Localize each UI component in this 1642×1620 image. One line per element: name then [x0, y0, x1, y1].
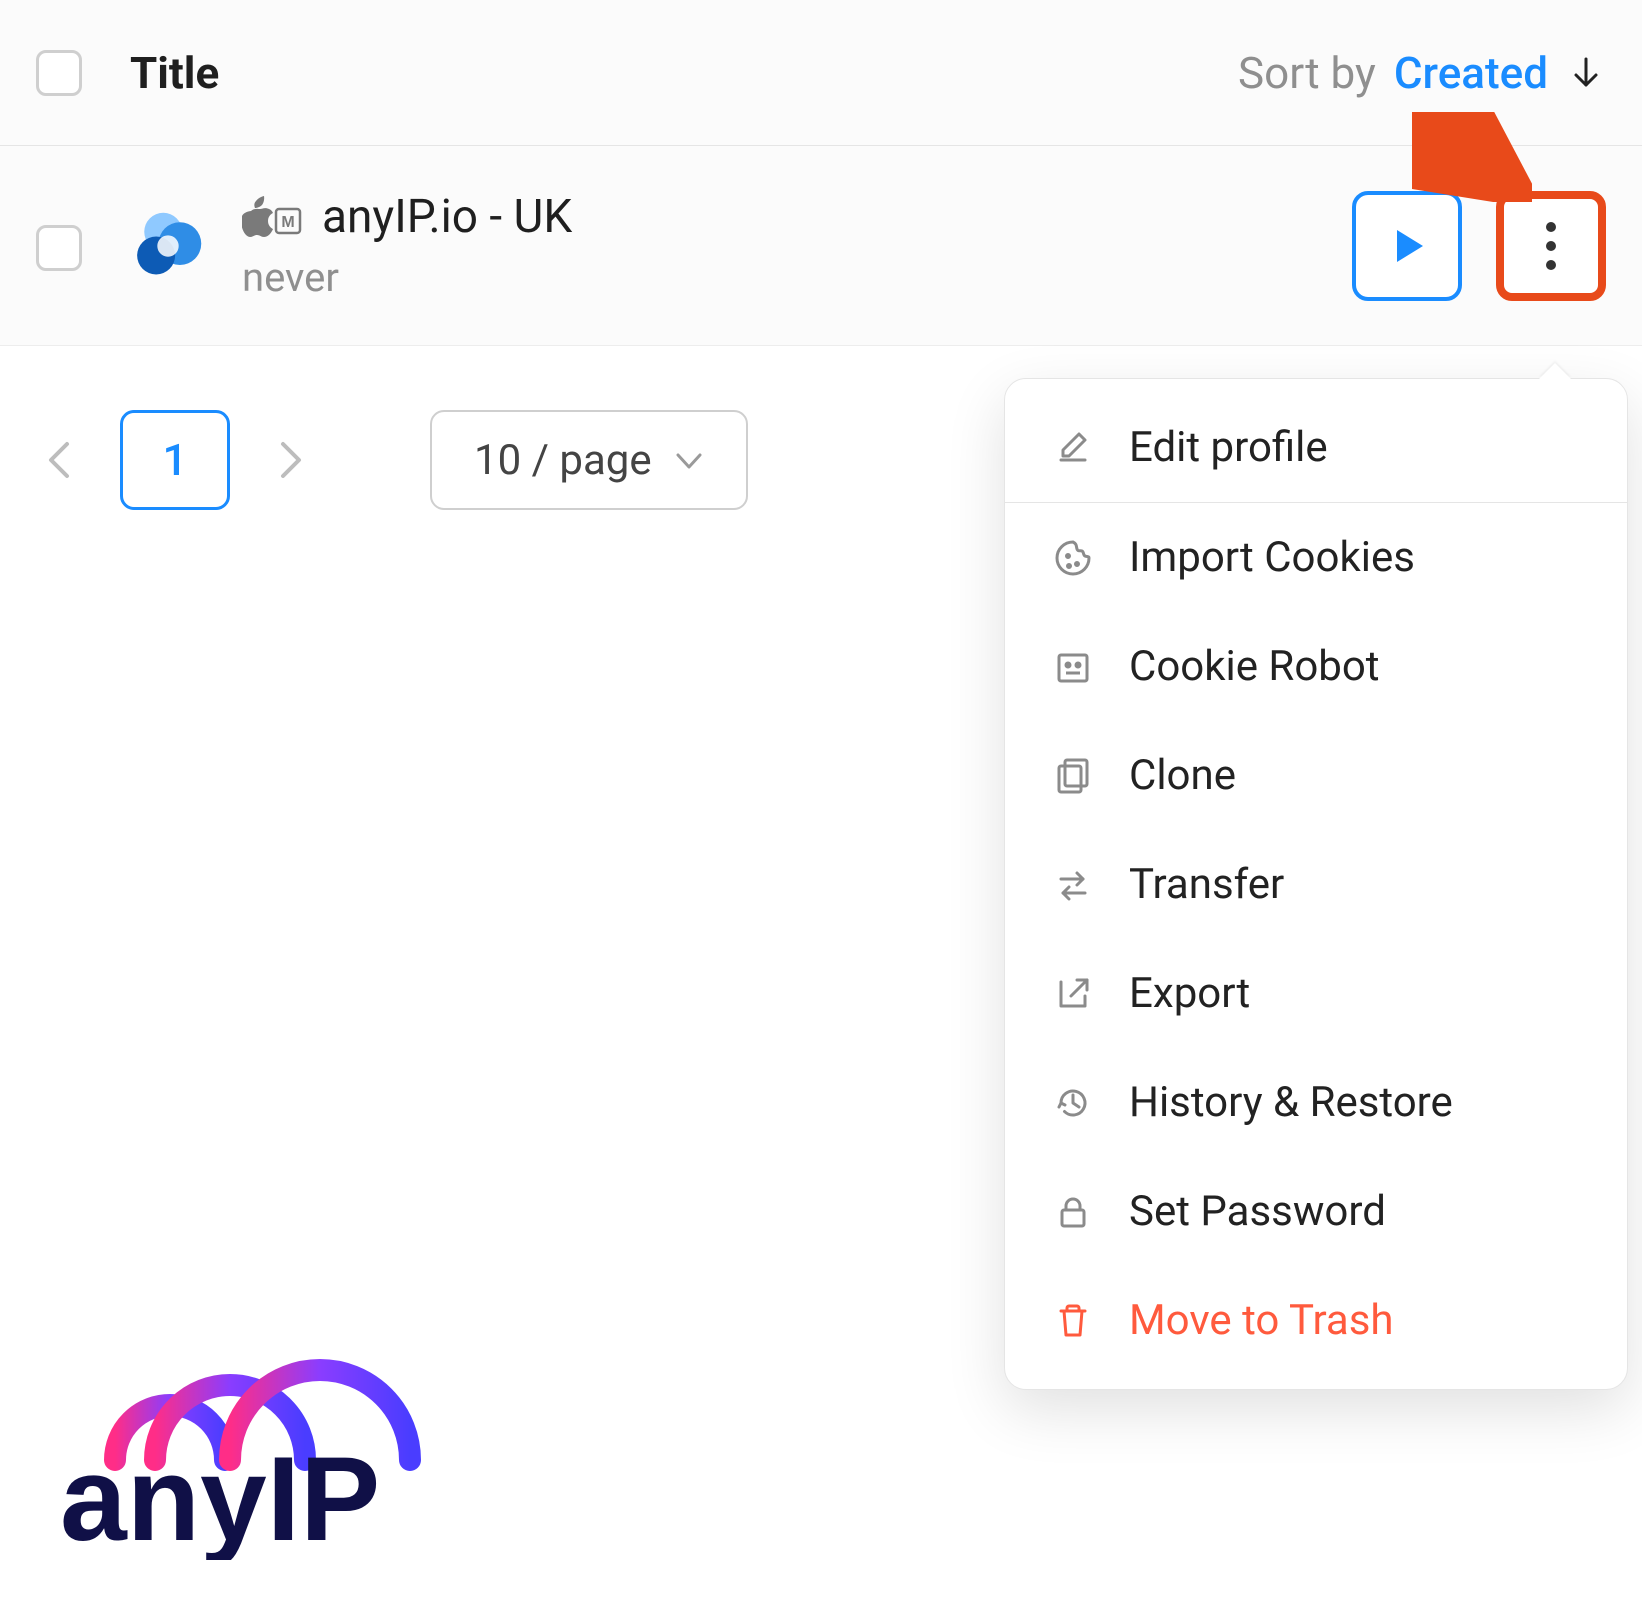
- menu-item-label: Edit profile: [1129, 423, 1581, 472]
- menu-item-label: History & Restore: [1129, 1078, 1581, 1127]
- menu-move-to-trash[interactable]: Move to Trash: [1005, 1266, 1627, 1375]
- prev-page-button[interactable]: [36, 436, 84, 484]
- table-header: Title Sort by Created: [0, 0, 1642, 146]
- menu-import-cookies[interactable]: Import Cookies: [1005, 503, 1627, 612]
- lock-icon: [1051, 1190, 1095, 1234]
- page-size-select[interactable]: 10 / page: [430, 410, 748, 510]
- history-icon: [1051, 1081, 1095, 1125]
- sort-by-label: Sort by: [1238, 47, 1376, 99]
- browser-icon: [130, 208, 206, 284]
- sort-by-value[interactable]: Created: [1394, 47, 1548, 99]
- svg-text:anyIP: anyIP: [60, 1432, 380, 1560]
- menu-clone[interactable]: Clone: [1005, 721, 1627, 830]
- menu-cookie-robot[interactable]: Cookie Robot: [1005, 612, 1627, 721]
- more-options-button[interactable]: [1496, 191, 1606, 301]
- export-icon: [1051, 972, 1095, 1016]
- row-context-menu: Edit profile Import Cookies Cookie Robot…: [1004, 378, 1628, 1390]
- profile-row[interactable]: M anyIP.io - UK never: [0, 146, 1642, 346]
- menu-set-password[interactable]: Set Password: [1005, 1157, 1627, 1266]
- svg-text:M: M: [281, 214, 294, 231]
- page-size-label: 10 / page: [474, 436, 652, 485]
- pencil-icon: [1051, 426, 1095, 470]
- menu-item-label: Export: [1129, 969, 1581, 1018]
- next-page-button[interactable]: [266, 436, 314, 484]
- menu-item-label: Clone: [1129, 751, 1581, 800]
- menu-item-label: Cookie Robot: [1129, 642, 1581, 691]
- row-checkbox[interactable]: [36, 225, 82, 271]
- sort-direction-icon[interactable]: [1566, 53, 1606, 93]
- transfer-icon: [1051, 863, 1095, 907]
- menu-item-label: Import Cookies: [1129, 533, 1581, 582]
- column-title: Title: [130, 47, 219, 99]
- menu-item-label: Transfer: [1129, 860, 1581, 909]
- robot-icon: [1051, 645, 1095, 689]
- menu-export[interactable]: Export: [1005, 939, 1627, 1048]
- os-icon: M: [242, 195, 302, 239]
- menu-item-label: Move to Trash: [1129, 1296, 1581, 1345]
- anyip-logo: anyIP: [60, 1340, 540, 1560]
- cookie-icon: [1051, 536, 1095, 580]
- clone-icon: [1051, 754, 1095, 798]
- trash-icon: [1051, 1299, 1095, 1343]
- play-button[interactable]: [1352, 191, 1462, 301]
- menu-item-label: Set Password: [1129, 1187, 1581, 1236]
- menu-transfer[interactable]: Transfer: [1005, 830, 1627, 939]
- profile-name: anyIP.io - UK: [322, 190, 572, 244]
- menu-edit-profile[interactable]: Edit profile: [1005, 393, 1627, 503]
- menu-history-restore[interactable]: History & Restore: [1005, 1048, 1627, 1157]
- select-all-checkbox[interactable]: [36, 50, 82, 96]
- page-number[interactable]: 1: [120, 410, 230, 510]
- profile-status: never: [242, 254, 572, 301]
